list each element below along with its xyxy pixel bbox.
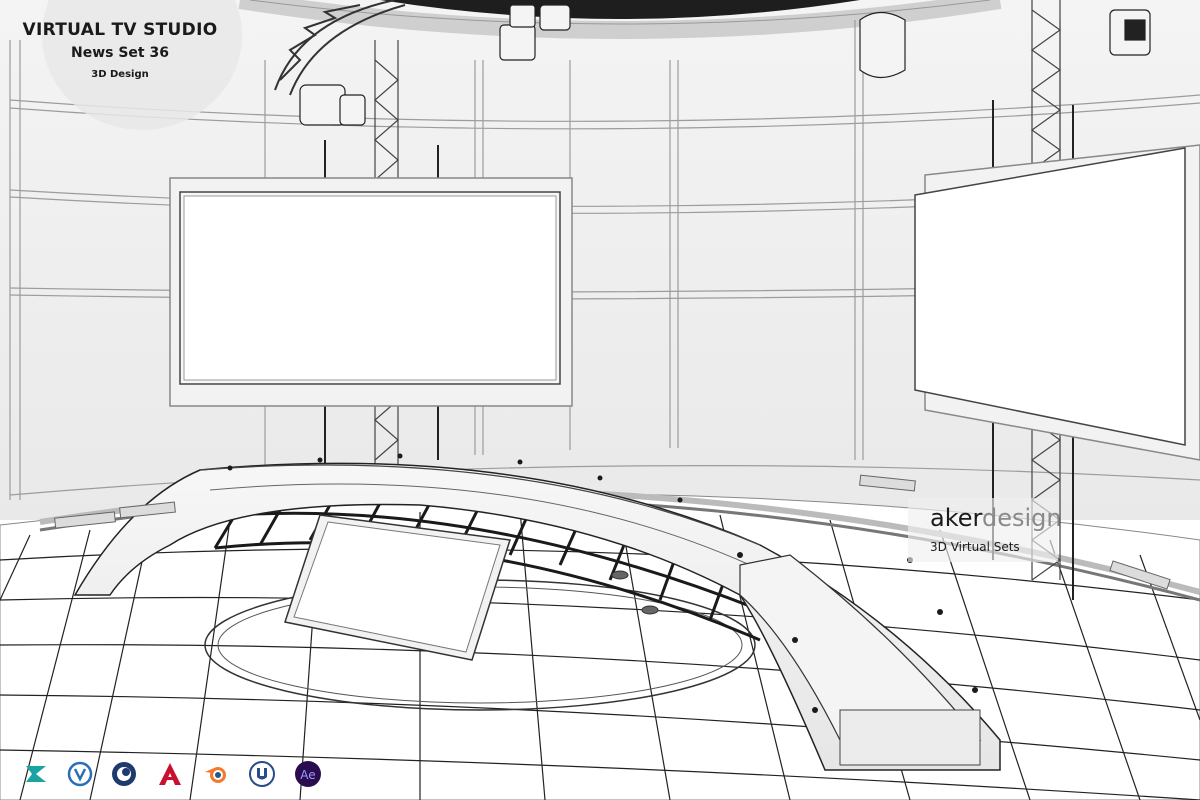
badge-caption: 3D Design <box>91 69 149 80</box>
badge-title: VIRTUAL TV STUDIO <box>22 20 218 40</box>
badge-subtitle: News Set 36 <box>71 45 169 61</box>
unreal-icon <box>249 761 275 787</box>
after-effects-icon: Ae <box>295 761 321 787</box>
autocad-icon <box>159 763 181 785</box>
left-wall-monitor <box>169 177 573 407</box>
svg-text:Ae: Ae <box>300 768 315 782</box>
right-wall-monitor <box>914 144 1200 461</box>
brand-name-dark: aker <box>930 504 982 532</box>
brand-tagline: 3D Virtual Sets <box>930 540 1020 554</box>
brand-name: akerdesign <box>930 504 1062 532</box>
3ds-max-icon <box>26 766 46 782</box>
cinema4d-icon <box>112 762 136 786</box>
title-badge: VIRTUAL TV STUDIO News Set 36 3D Design <box>20 0 242 130</box>
vray-icon <box>67 761 93 787</box>
brand-name-light: design <box>981 504 1062 532</box>
brand-watermark: akerdesign 3D Virtual Sets <box>908 498 1062 562</box>
blender-icon <box>205 767 226 783</box>
